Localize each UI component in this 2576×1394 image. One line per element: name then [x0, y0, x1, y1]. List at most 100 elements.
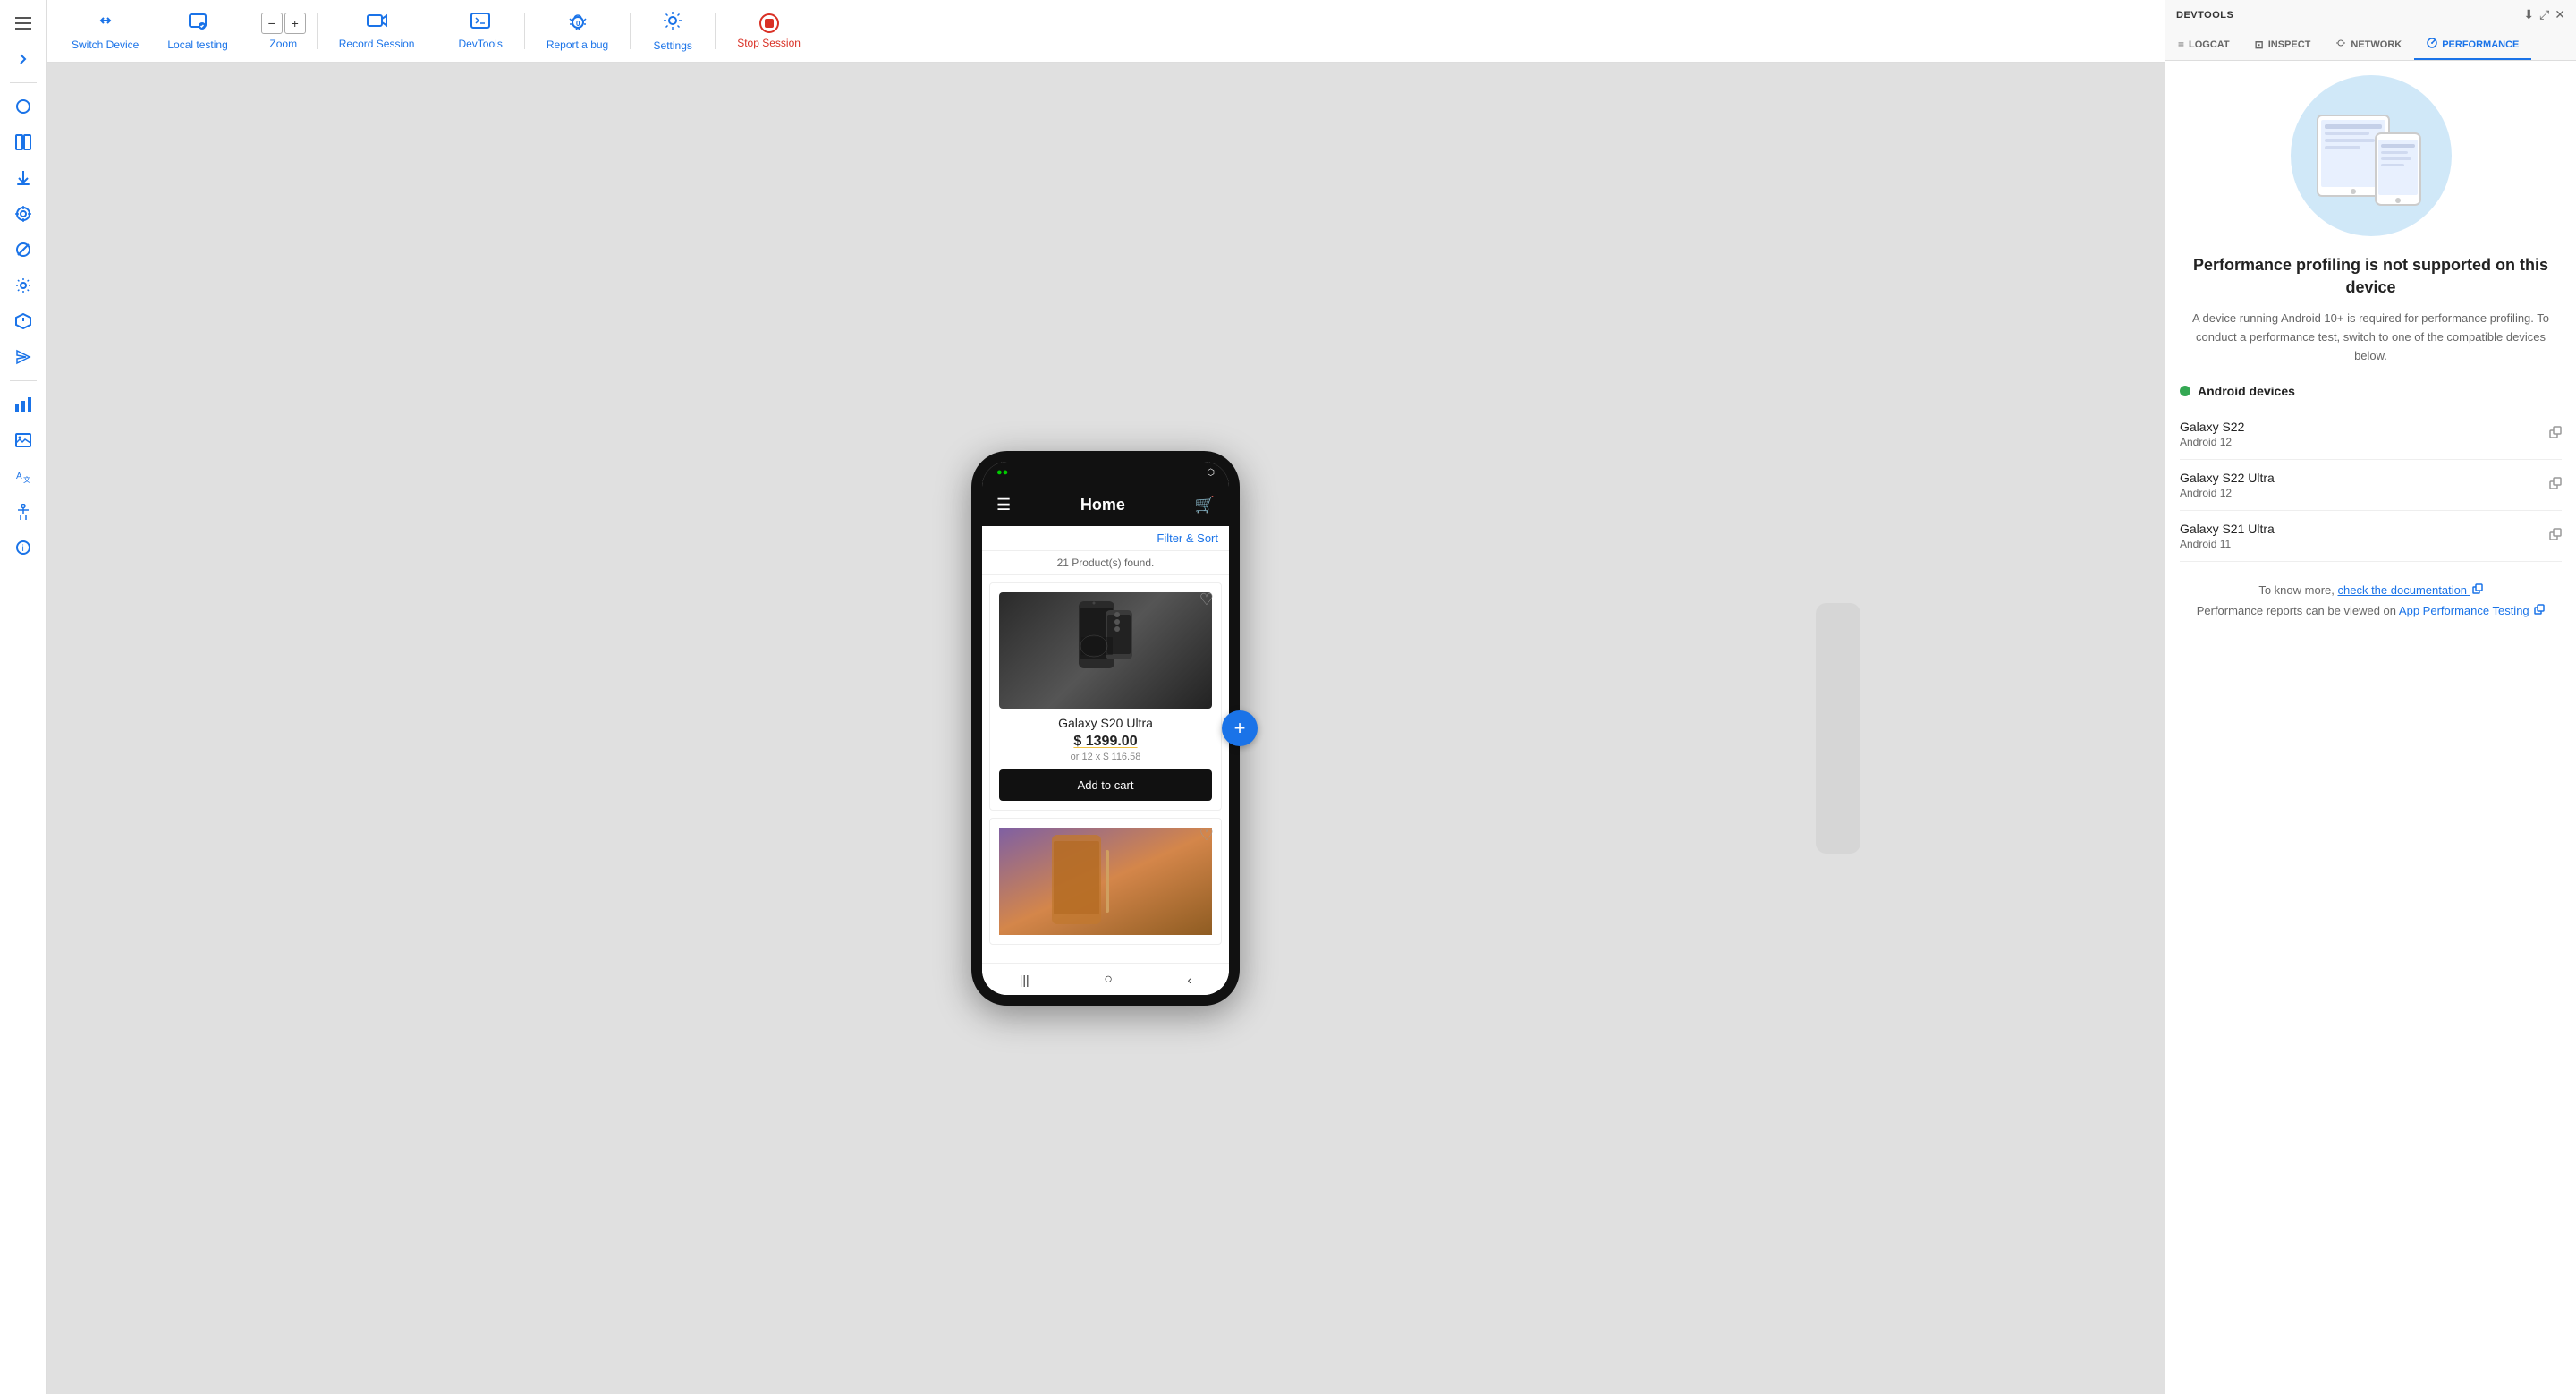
wishlist-icon-1[interactable]: ♡	[1199, 591, 1214, 609]
android-section-label: Android devices	[2198, 384, 2295, 398]
devtools-close-button[interactable]: ✕	[2555, 7, 2565, 22]
image-icon[interactable]	[7, 424, 39, 456]
device-galaxy-s22[interactable]: Galaxy S22 Android 12	[2180, 409, 2562, 460]
devtools-button[interactable]: DevTools	[447, 7, 513, 55]
download-icon[interactable]	[7, 162, 39, 194]
plus-fab-button[interactable]: +	[1222, 710, 1258, 746]
filter-sort-bar: Filter & Sort	[982, 526, 1229, 551]
cart-icon[interactable]: 🛒	[1195, 496, 1215, 514]
wishlist-icon-2[interactable]: ♡	[1199, 826, 1214, 845]
network-icon	[2335, 38, 2346, 51]
tab-performance[interactable]: PERFORMANCE	[2414, 30, 2531, 60]
settings-gear-icon[interactable]	[7, 269, 39, 302]
add-to-cart-button-1[interactable]: Add to cart	[999, 769, 1212, 801]
local-testing-button[interactable]: Local testing	[157, 6, 238, 56]
switch-device-icon	[95, 12, 116, 35]
target-icon[interactable]	[7, 198, 39, 230]
report-bug-button[interactable]: 0 Report a bug	[536, 6, 619, 56]
devtools-expand-button[interactable]: ⤢	[2539, 7, 2549, 22]
device-name-s22: Galaxy S22	[2180, 420, 2244, 434]
circle-icon[interactable]	[7, 90, 39, 123]
devtools-icon	[470, 13, 490, 34]
app-bar-title: Home	[1080, 496, 1125, 514]
translate-icon[interactable]: A文	[7, 460, 39, 492]
main-content: Switch Device Local testing − + Zoom Rec…	[47, 0, 2165, 1394]
local-testing-icon	[187, 12, 208, 35]
filter-sort-button[interactable]: Filter & Sort	[1157, 531, 1218, 545]
toolbar-divider-5	[630, 13, 631, 49]
device-os-s21-ultra: Android 11	[2180, 538, 2275, 550]
stop-icon-inner	[765, 19, 774, 28]
report-bug-icon: 0	[568, 12, 588, 35]
menu-icon[interactable]	[7, 7, 39, 39]
forward-icon[interactable]	[7, 43, 39, 75]
zoom-out-button[interactable]: −	[261, 13, 283, 34]
block-icon[interactable]	[7, 234, 39, 266]
inspect-icon: ⊡	[2255, 38, 2264, 51]
external-link-app-icon	[2534, 604, 2545, 615]
android-section: Android devices Galaxy S22 Android 12 Ga…	[2180, 384, 2562, 562]
back-nav-icon[interactable]: |||	[1020, 973, 1030, 987]
rotated-device-hint	[1816, 603, 1860, 854]
recents-nav-icon[interactable]: ‹	[1188, 973, 1192, 987]
devtools-content: Performance profiling is not supported o…	[2165, 61, 2576, 1394]
report-bug-label: Report a bug	[547, 38, 608, 51]
tab-logcat[interactable]: ≡ LOGCAT	[2165, 30, 2242, 60]
phone-signal: ●●	[996, 467, 1008, 478]
device-info-s22: Galaxy S22 Android 12	[2180, 420, 2244, 448]
device-os-s22: Android 12	[2180, 436, 2244, 448]
settings-label: Settings	[654, 39, 692, 52]
devices-svg	[2309, 102, 2434, 209]
svg-text:文: 文	[23, 475, 30, 484]
devtools-header: DEVTOOLS ⬇ ⤢ ✕	[2165, 0, 2576, 30]
perf-description: A device running Android 10+ is required…	[2180, 310, 2562, 365]
device-info-s21-ultra: Galaxy S21 Ultra Android 11	[2180, 522, 2275, 550]
network-label: NETWORK	[2351, 39, 2402, 50]
settings-button[interactable]: Settings	[641, 5, 704, 57]
accessibility-icon[interactable]	[7, 496, 39, 528]
product-installment-1: or 12 x $ 116.58	[999, 752, 1212, 762]
devtools-download-button[interactable]: ⬇	[2523, 7, 2534, 22]
svg-text:i: i	[21, 544, 23, 554]
sidebar-toggle-icon[interactable]	[7, 126, 39, 158]
phone-status-bar: ●● ⬡	[982, 462, 1229, 483]
device-area: ●● ⬡ ☰ Home 🛒 Filter & Sort 21 Product(s…	[47, 63, 2165, 1394]
record-session-label: Record Session	[339, 38, 415, 50]
devtools-header-actions: ⬇ ⤢ ✕	[2523, 7, 2565, 22]
devices-illustration	[2291, 75, 2452, 236]
record-session-button[interactable]: Record Session	[328, 7, 426, 55]
devtools-title: DEVTOOLS	[2176, 10, 2233, 21]
bar-chart-icon[interactable]	[7, 388, 39, 421]
info-icon[interactable]: i	[7, 531, 39, 564]
zoom-label: Zoom	[269, 38, 297, 50]
device-galaxy-s21-ultra[interactable]: Galaxy S21 Ultra Android 11	[2180, 511, 2562, 562]
check-documentation-link[interactable]: check the documentation	[2338, 583, 2483, 597]
switch-device-label: Switch Device	[72, 38, 139, 51]
switch-device-button[interactable]: Switch Device	[61, 6, 149, 56]
hamburger-menu-icon[interactable]: ☰	[996, 496, 1011, 514]
device-galaxy-s22-ultra[interactable]: Galaxy S22 Ultra Android 12	[2180, 460, 2562, 511]
performance-icon	[2427, 38, 2437, 51]
device-info-s22-ultra: Galaxy S22 Ultra Android 12	[2180, 471, 2275, 499]
devtools-tabs: ≡ LOGCAT ⊡ INSPECT NETWORK PERFORMANCE	[2165, 30, 2576, 61]
logcat-icon: ≡	[2178, 38, 2184, 51]
product-card-2: ♡	[989, 818, 1222, 945]
zoom-in-button[interactable]: +	[284, 13, 306, 34]
tag-icon[interactable]	[7, 305, 39, 337]
settings-toolbar-icon	[663, 11, 682, 36]
toolbar-divider-2	[317, 13, 318, 49]
products-found-text: 21 Product(s) found.	[982, 551, 1229, 575]
toolbar-divider-4	[524, 13, 525, 49]
device-os-s22-ultra: Android 12	[2180, 487, 2275, 499]
home-nav-icon[interactable]: ○	[1104, 972, 1113, 988]
app-performance-testing-link[interactable]: App Performance Testing	[2399, 604, 2545, 617]
tab-network[interactable]: NETWORK	[2323, 30, 2414, 60]
phone-app-bar: ☰ Home 🛒	[982, 483, 1229, 526]
stop-session-button[interactable]: Stop Session	[726, 8, 811, 55]
phone-nav-bar: ||| ○ ‹	[982, 963, 1229, 995]
tab-inspect[interactable]: ⊡ INSPECT	[2242, 30, 2324, 60]
send-icon[interactable]	[7, 341, 39, 373]
performance-label: PERFORMANCE	[2442, 39, 2519, 50]
local-testing-label: Local testing	[167, 38, 227, 51]
devtools-label: DevTools	[458, 38, 502, 50]
